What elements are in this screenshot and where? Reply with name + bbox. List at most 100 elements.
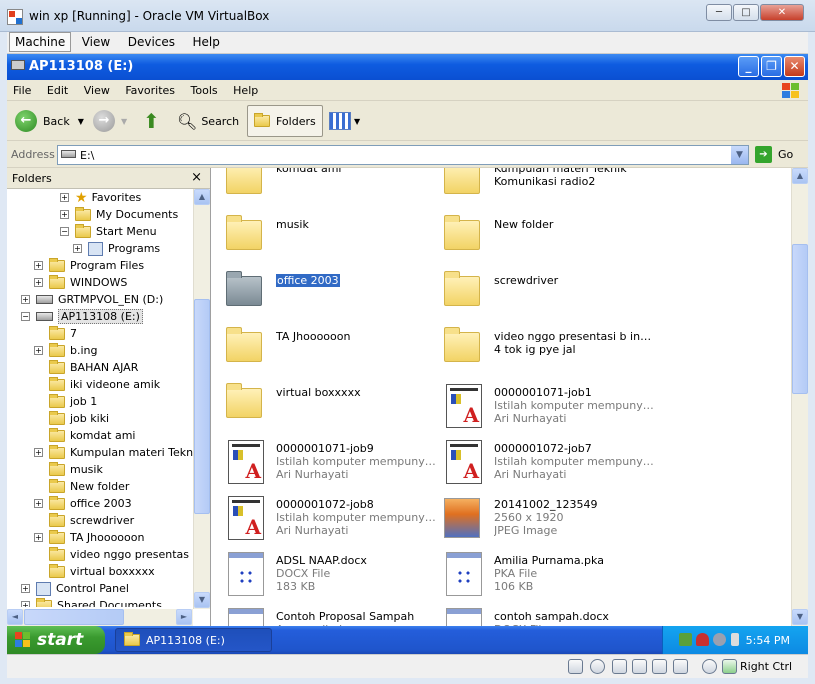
tree-node[interactable]: BAHAN AJAR — [34, 359, 138, 376]
content-scroll-down-arrow-icon[interactable]: ▼ — [792, 609, 808, 625]
back-dropdown-icon[interactable]: ▼ — [78, 117, 84, 126]
tree-node[interactable]: + ★ Favorites — [60, 189, 141, 206]
expand-icon[interactable]: + — [21, 584, 30, 593]
menu-view[interactable]: View — [78, 80, 116, 101]
tree-node[interactable]: − Start Menu — [60, 223, 157, 240]
tree-node[interactable]: + b.ing — [34, 342, 98, 359]
tree-node[interactable]: job kiki — [34, 410, 109, 427]
usb-status-icon[interactable] — [612, 659, 627, 674]
host-restore-button[interactable]: □ — [733, 4, 759, 21]
forward-dropdown-icon[interactable]: ▼ — [121, 117, 127, 126]
file-item[interactable]: 20141002_123549 2560 x 1920 JPEG Image — [438, 494, 656, 542]
tray-device-icon[interactable] — [731, 633, 739, 646]
file-item[interactable]: Amilia Purnama.pka PKA File 106 KB — [438, 550, 656, 598]
start-button[interactable]: start — [7, 626, 105, 654]
views-dropdown-icon[interactable]: ▼ — [354, 117, 360, 126]
tree-horizontal-scrollbar[interactable]: ◄ ► — [7, 609, 193, 626]
go-button[interactable]: ➔ Go — [755, 146, 793, 163]
file-item[interactable]: contoh sampah.docxDOCX File — [438, 606, 656, 626]
scroll-right-arrow-icon[interactable]: ► — [176, 609, 192, 625]
tree-node[interactable]: + Program Files — [34, 257, 144, 274]
forward-button[interactable]: → ▼ — [93, 106, 127, 136]
file-item[interactable]: video nggo presentasi b ing tapi 4 tok ig… — [438, 326, 656, 374]
address-input[interactable]: E:\ ▼ — [57, 145, 749, 165]
hard-disk-status-icon[interactable] — [568, 659, 583, 674]
expand-icon[interactable]: + — [60, 193, 69, 202]
tree-node[interactable]: video nggo presentas — [34, 546, 189, 563]
views-button[interactable]: ▼ — [329, 106, 360, 136]
tree-node[interactable]: screwdriver — [34, 512, 134, 529]
file-item[interactable]: screwdriver — [438, 270, 656, 318]
expand-icon[interactable]: + — [34, 346, 43, 355]
display-status-icon[interactable] — [652, 659, 667, 674]
tree-node[interactable]: + office 2003 — [34, 495, 132, 512]
tree-node[interactable]: + Shared Documents — [21, 597, 162, 607]
mouse-integration-icon[interactable] — [722, 659, 737, 674]
file-item[interactable]: A 0000001072-job8 Istilah komputer mempuny… — [220, 494, 438, 542]
host-close-button[interactable]: ✕ — [760, 4, 804, 21]
expand-icon[interactable]: + — [60, 210, 69, 219]
file-item[interactable]: New folder — [438, 214, 656, 262]
tree-node[interactable]: + TA Jhoooooon — [34, 529, 144, 546]
scroll-left-arrow-icon[interactable]: ◄ — [7, 609, 23, 625]
expand-icon[interactable]: + — [21, 601, 30, 607]
hscroll-thumb[interactable] — [24, 609, 124, 625]
file-item[interactable]: musik — [220, 214, 438, 262]
menu-tools[interactable]: Tools — [185, 80, 224, 101]
search-button[interactable]: 🔍︎ Search — [177, 106, 239, 136]
address-dropdown-button[interactable]: ▼ — [731, 146, 748, 164]
tree-vertical-scrollbar[interactable]: ▲ ▼ — [193, 189, 210, 609]
tree-node[interactable]: + GRTMPVOL_EN (D:) — [21, 291, 163, 308]
tree-node[interactable]: komdat ami — [34, 427, 135, 444]
expand-icon[interactable]: + — [21, 295, 30, 304]
content-scroll-up-arrow-icon[interactable]: ▲ — [792, 168, 808, 184]
cpu-status-icon[interactable] — [702, 659, 717, 674]
tray-shield-icon[interactable] — [696, 633, 709, 646]
menu-help[interactable]: Help — [227, 80, 264, 101]
tree-node[interactable]: + My Documents — [60, 206, 178, 223]
expand-icon[interactable]: + — [34, 499, 43, 508]
file-item[interactable]: Kumpulan materi Teknik Komunikasi radio2 — [438, 168, 656, 206]
host-menu-help[interactable]: Help — [186, 32, 227, 52]
close-button[interactable]: ✕ — [784, 56, 805, 77]
collapse-icon[interactable]: − — [60, 227, 69, 236]
taskbar-explorer-button[interactable]: AP113108 (E:) — [115, 628, 272, 652]
scroll-up-arrow-icon[interactable]: ▲ — [194, 189, 210, 205]
file-item[interactable]: office 2003 — [220, 270, 438, 318]
menu-file[interactable]: File — [7, 80, 37, 101]
menu-favorites[interactable]: Favorites — [119, 80, 181, 101]
up-folder-button[interactable]: ⬆ — [143, 106, 160, 136]
tray-clock[interactable]: 5:54 PM — [746, 634, 790, 647]
file-item[interactable]: TA Jhoooooon — [220, 326, 438, 374]
shared-folders-status-icon[interactable] — [632, 659, 647, 674]
tree-node[interactable]: iki videone amik — [34, 376, 160, 393]
tray-speaker-icon[interactable] — [713, 633, 726, 646]
folders-button[interactable]: Folders — [247, 105, 323, 137]
expand-icon[interactable]: + — [34, 448, 43, 457]
tree-node[interactable]: New folder — [34, 478, 129, 495]
host-menu-machine[interactable]: Machine — [9, 32, 72, 52]
minimize-button[interactable]: _ — [738, 56, 759, 77]
tree-node[interactable]: + Programs — [73, 240, 160, 257]
collapse-icon[interactable]: − — [21, 312, 30, 321]
maximize-button[interactable]: ❐ — [761, 56, 782, 77]
tree-node[interactable]: job 1 — [34, 393, 97, 410]
host-menu-view[interactable]: View — [75, 32, 117, 52]
tree-node[interactable]: − AP113108 (E:) — [21, 308, 143, 325]
expand-icon[interactable]: + — [34, 533, 43, 542]
file-item[interactable]: A 0000001071-job1 Istilah komputer mempuny… — [438, 382, 656, 430]
folders-pane-close-button[interactable]: × — [191, 170, 202, 185]
tree-node[interactable]: 7 — [34, 325, 77, 342]
optical-drive-status-icon[interactable] — [590, 659, 605, 674]
content-scroll-thumb[interactable] — [792, 244, 808, 394]
scroll-thumb[interactable] — [194, 299, 210, 514]
expand-icon[interactable]: + — [34, 261, 43, 270]
tree-node[interactable]: + WINDOWS — [34, 274, 127, 291]
tree-node[interactable]: musik — [34, 461, 103, 478]
content-vertical-scrollbar[interactable]: ▲ ▼ — [791, 168, 808, 626]
host-minimize-button[interactable]: ─ — [706, 4, 732, 21]
back-button[interactable]: ← Back ▼ — [15, 106, 84, 136]
file-item[interactable]: Contoh Proposal SampahAnorganik.docx — [220, 606, 438, 626]
recording-status-icon[interactable] — [673, 659, 688, 674]
file-item[interactable]: A 0000001072-job7 Istilah komputer mempuny… — [438, 438, 656, 486]
